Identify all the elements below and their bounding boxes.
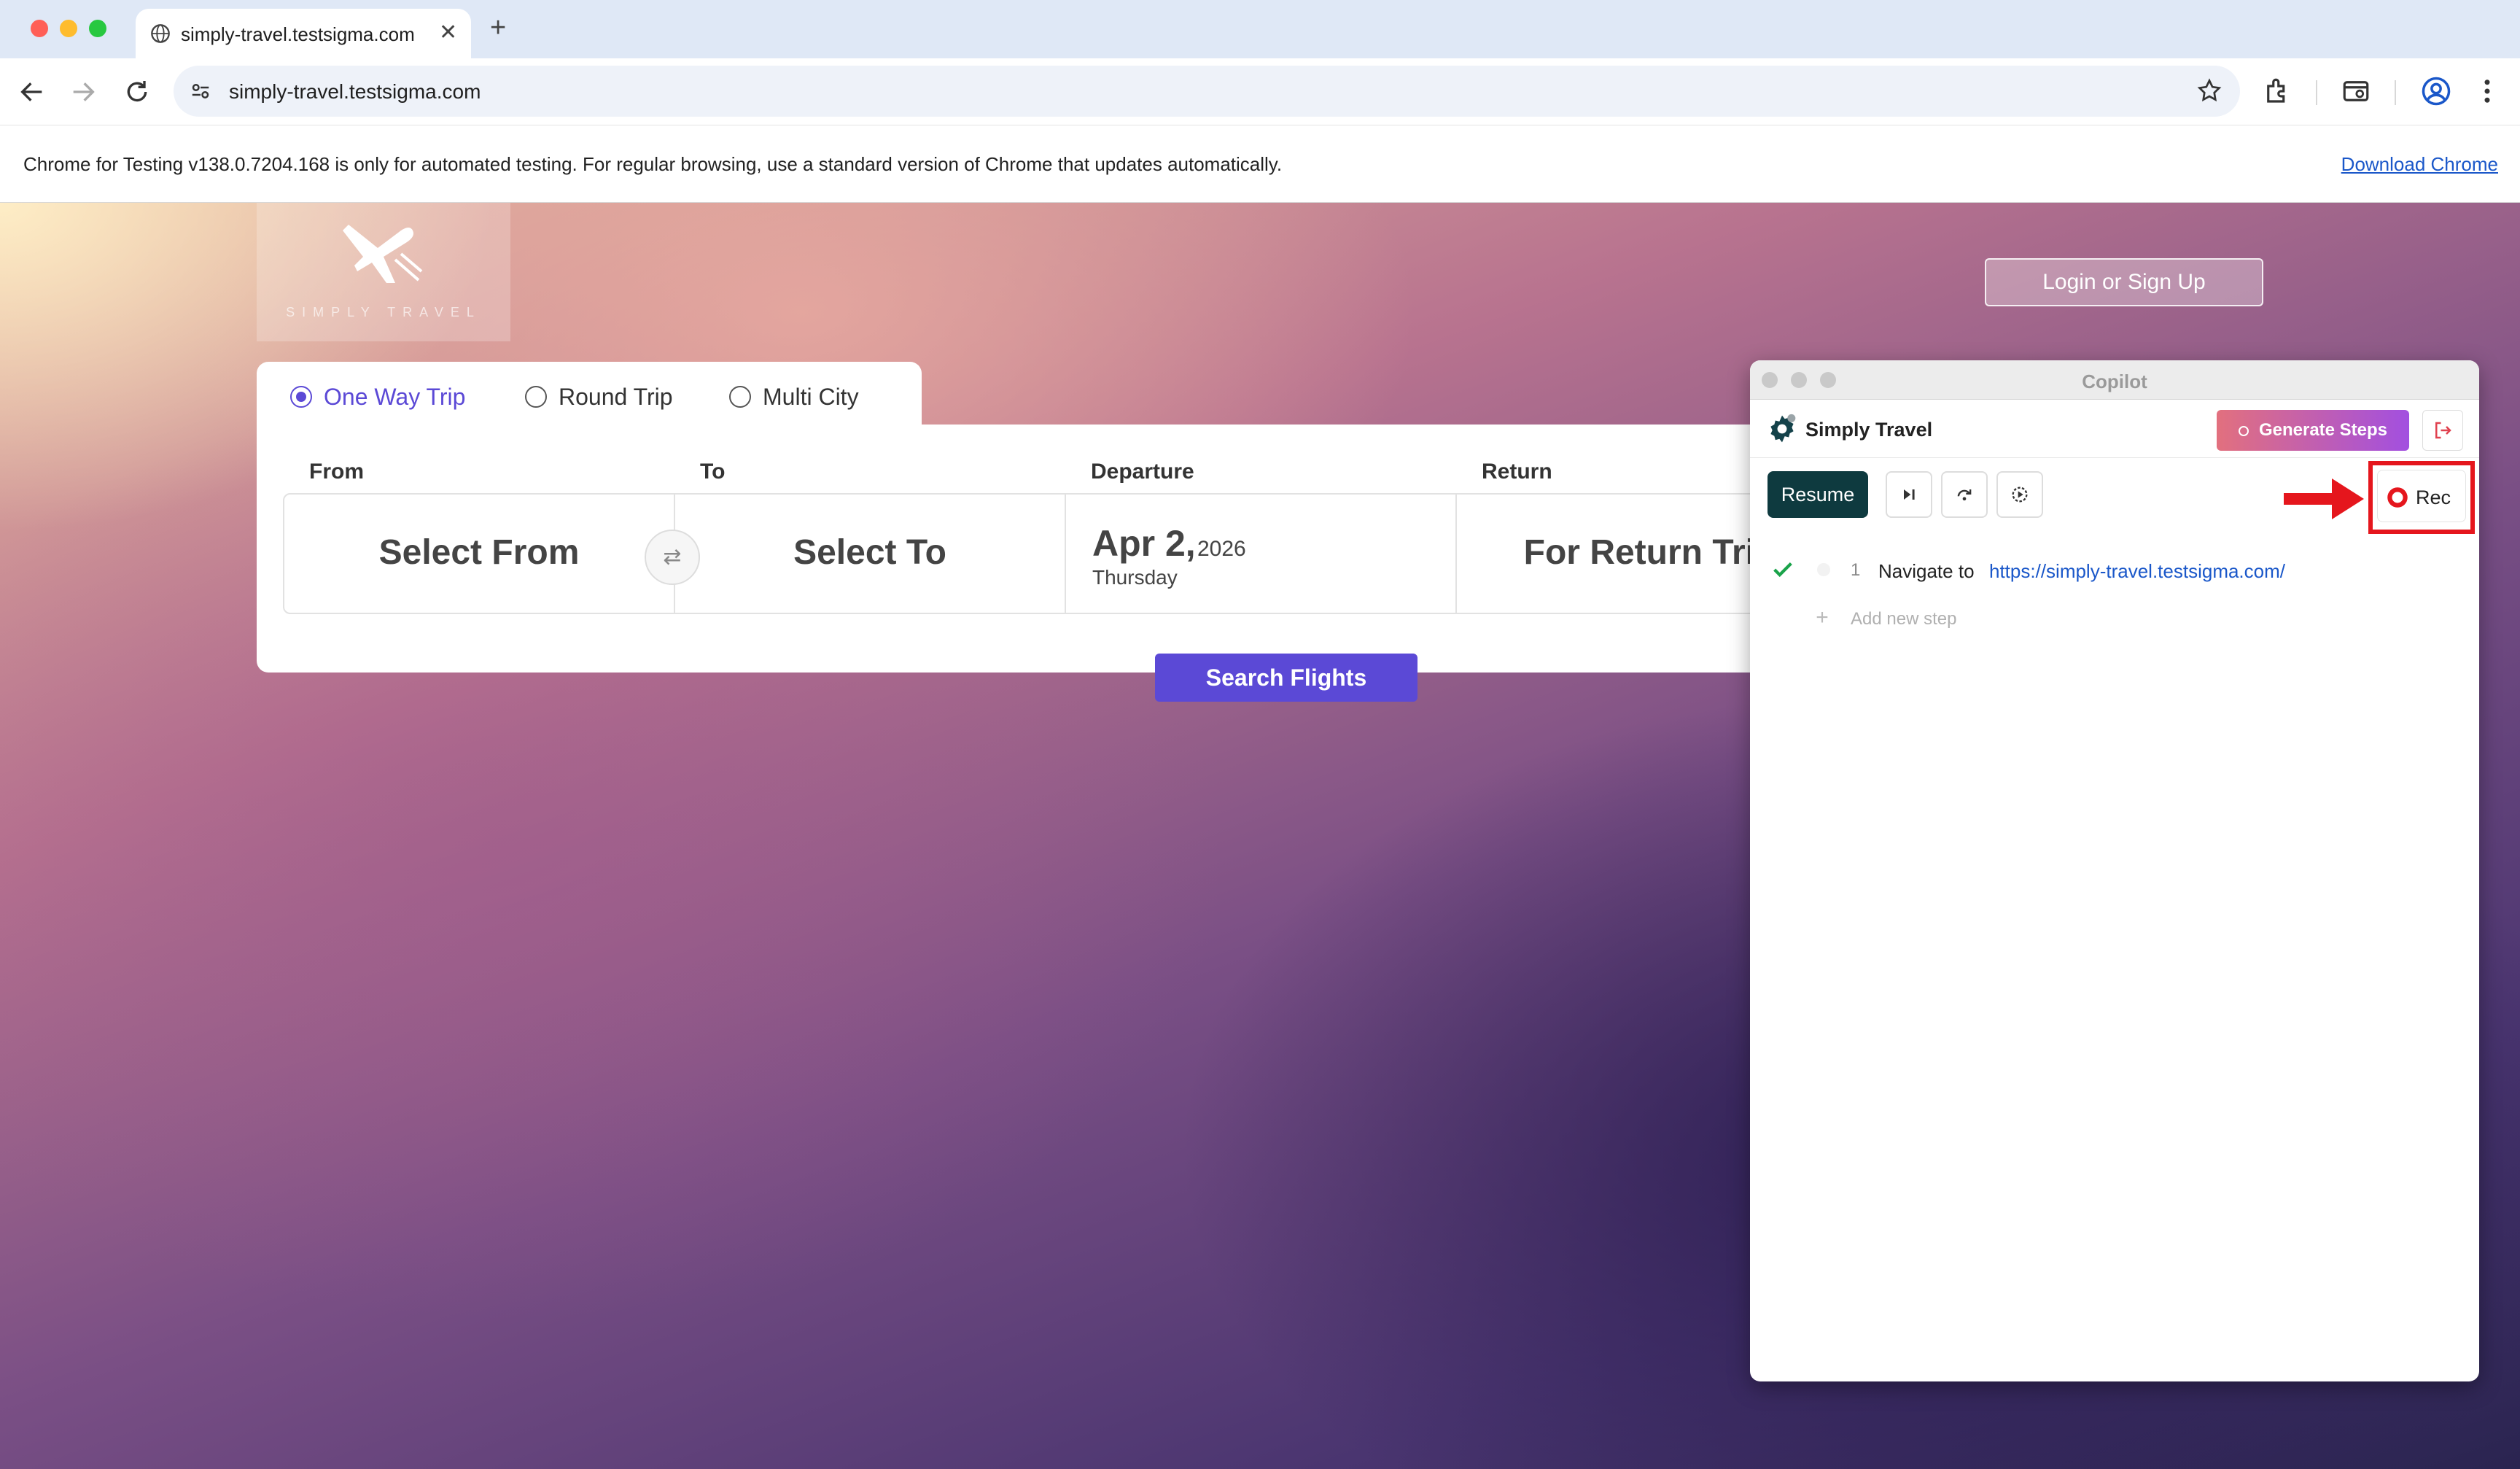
multi-city-option[interactable]: Multi City	[729, 384, 859, 411]
project-name: Simply Travel	[1805, 419, 1933, 441]
one-way-label: One Way Trip	[324, 384, 466, 410]
step-status-dot	[1817, 563, 1830, 576]
search-flights-button[interactable]: Search Flights	[1155, 654, 1418, 702]
round-trip-option[interactable]: Round Trip	[525, 384, 673, 411]
automation-info-bar: Chrome for Testing v138.0.7204.168 is on…	[0, 125, 2520, 203]
step-over-button[interactable]	[1886, 471, 1932, 518]
browser-tab[interactable]: simply-travel.testsigma.com ✕	[136, 9, 471, 58]
extensions-icon[interactable]	[2262, 76, 2292, 106]
logo-text: SIMPLY TRAVEL	[286, 305, 481, 319]
exit-icon	[2435, 422, 2451, 439]
plus-icon: +	[1816, 605, 1829, 629]
exit-button[interactable]	[2422, 410, 2463, 451]
url-text[interactable]: simply-travel.testsigma.com	[229, 80, 481, 104]
login-signup-button[interactable]: Login or Sign Up	[1985, 258, 2263, 306]
step-row[interactable]: 1 Navigate to https://simply-travel.test…	[1750, 550, 2479, 591]
generate-steps-label: Generate Steps	[2258, 420, 2388, 440]
tab-bar: simply-travel.testsigma.com ✕ +	[0, 0, 2520, 58]
radio-selected-icon[interactable]	[290, 385, 312, 408]
star-icon[interactable]	[2196, 77, 2222, 104]
tab-search-icon[interactable]	[2341, 76, 2371, 106]
globe-icon	[151, 24, 170, 43]
radio-icon[interactable]	[525, 385, 547, 408]
to-value: Select To	[793, 533, 946, 572]
step-number: 1	[1851, 560, 1861, 580]
minimize-window-button[interactable]	[60, 20, 77, 37]
record-icon	[2387, 487, 2408, 508]
to-field[interactable]: Select To	[675, 495, 1066, 613]
new-tab-button[interactable]: +	[490, 13, 506, 42]
flight-search-form: From To Departure Return Select From Sel…	[257, 425, 1843, 673]
redo-button[interactable]	[1941, 471, 1988, 518]
rec-label: Rec	[2416, 487, 2451, 508]
round-trip-label: Round Trip	[559, 384, 673, 410]
menu-icon[interactable]	[2472, 76, 2502, 106]
one-way-option[interactable]: One Way Trip	[290, 384, 465, 411]
profile-icon[interactable]	[2421, 76, 2451, 106]
copilot-title: Copilot	[2082, 371, 2147, 392]
redo-icon	[1957, 489, 1972, 501]
check-icon	[1773, 562, 1792, 578]
multi-city-label: Multi City	[763, 384, 859, 410]
search-fields: Select From Select To ⇄ Apr 2, 2026 Thur…	[283, 493, 1843, 614]
reload-icon[interactable]	[122, 77, 152, 106]
generate-steps-button[interactable]: Generate Steps	[2217, 410, 2409, 451]
from-label: From	[309, 460, 364, 484]
download-chrome-link[interactable]: Download Chrome	[2341, 153, 2498, 176]
radio-icon[interactable]	[729, 385, 751, 408]
address-bar[interactable]: simply-travel.testsigma.com	[174, 66, 2240, 117]
info-message: Chrome for Testing v138.0.7204.168 is on…	[23, 153, 1283, 175]
trip-type-selector: One Way Trip Round Trip Multi City	[257, 362, 922, 426]
add-step-label: Add new step	[1851, 609, 1957, 629]
departure-field[interactable]: Apr 2, 2026 Thursday	[1066, 495, 1457, 613]
plane-icon	[343, 225, 423, 283]
add-new-step[interactable]: + Add new step	[1811, 605, 1956, 630]
step-action: Navigate to	[1878, 560, 1975, 582]
arrow-icon	[2284, 478, 2364, 519]
copilot-titlebar: Copilot	[1750, 360, 2479, 400]
back-icon[interactable]	[18, 77, 47, 106]
replay-button[interactable]	[1996, 471, 2043, 518]
resume-button[interactable]: Resume	[1768, 471, 1868, 518]
from-field[interactable]: Select From	[284, 495, 675, 613]
site-settings-icon[interactable]	[190, 80, 211, 102]
close-window-button[interactable]	[31, 20, 48, 37]
forward-icon[interactable]	[69, 77, 98, 106]
tab-title: simply-travel.testsigma.com	[181, 23, 415, 45]
toolbar-divider	[2395, 80, 2396, 105]
close-tab-icon[interactable]: ✕	[439, 22, 457, 44]
copilot-header: Simply Travel Generate Steps	[1750, 400, 2479, 458]
copilot-panel: Copilot Simply Travel Generate Steps Res…	[1750, 360, 2479, 1381]
from-value: Select From	[378, 533, 580, 572]
browser-toolbar: simply-travel.testsigma.com	[0, 58, 2520, 125]
maximize-window-button[interactable]	[89, 20, 106, 37]
return-label: Return	[1482, 460, 1552, 484]
step-url[interactable]: https://simply-travel.testsigma.com/	[1989, 560, 2285, 583]
to-label: To	[700, 460, 726, 484]
site-logo[interactable]: SIMPLY TRAVEL	[257, 203, 510, 341]
generate-icon	[2238, 426, 2249, 436]
departure-weekday: Thursday	[1092, 566, 1178, 589]
rec-button[interactable]: Rec	[2377, 470, 2466, 522]
swap-icon[interactable]: ⇄	[645, 530, 700, 585]
departure-year: 2026	[1197, 537, 1246, 561]
departure-date: Apr 2,	[1092, 523, 1196, 564]
toolbar-divider	[2316, 80, 2317, 105]
step-over-icon	[1904, 489, 1915, 500]
departure-label: Departure	[1091, 460, 1194, 484]
replay-icon	[2012, 487, 2028, 503]
copilot-toolbar: Resume Rec	[1750, 458, 2479, 534]
gear-icon	[1770, 414, 1796, 443]
